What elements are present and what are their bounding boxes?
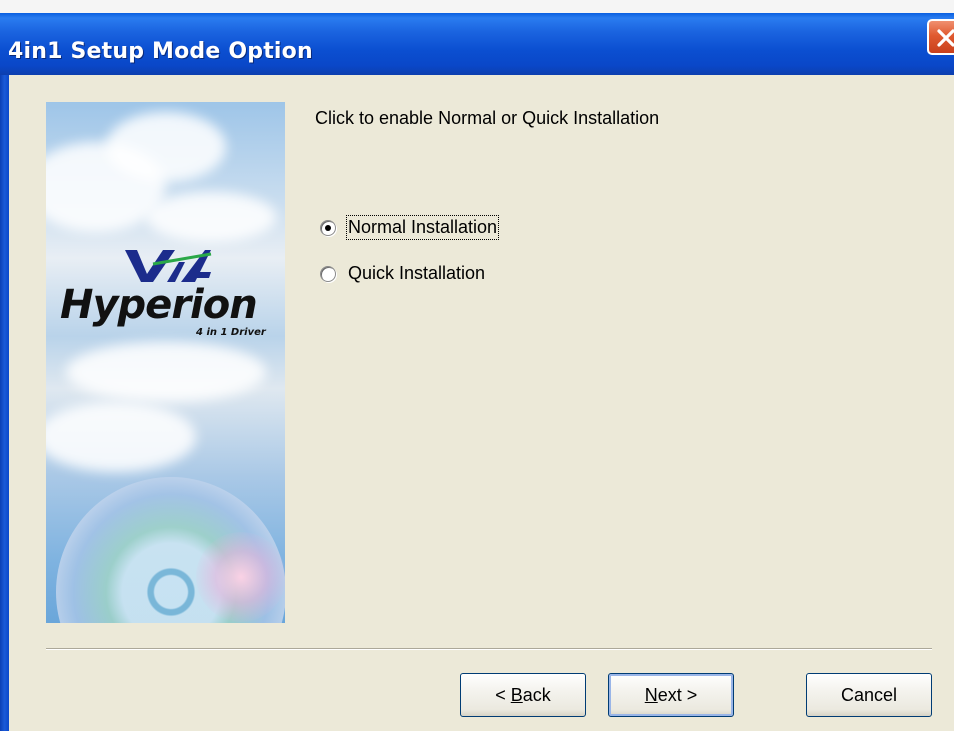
back-label-rest: ack	[522, 685, 551, 705]
window-frame-left	[0, 75, 9, 731]
side-banner-image: Hyperion 4 in 1 Driver	[46, 102, 285, 623]
titlebar-edge	[0, 0, 954, 13]
next-button[interactable]: Next >	[608, 673, 734, 717]
next-label-rest: ext >	[657, 685, 698, 705]
next-accelerator: N	[644, 685, 658, 705]
back-prefix: <	[495, 685, 511, 705]
via-logo-icon	[125, 250, 212, 282]
light-glow	[196, 532, 285, 622]
cancel-button[interactable]: Cancel	[806, 673, 932, 717]
radio-button-quick[interactable]	[320, 266, 336, 282]
back-accelerator: B	[510, 685, 523, 705]
back-button[interactable]: < Back	[460, 673, 586, 717]
radio-selected-dot	[325, 225, 331, 231]
brand-wordmark: Hyperion	[60, 282, 258, 328]
instruction-text: Click to enable Normal or Quick Installa…	[315, 108, 660, 128]
window-title: 4in1 Setup Mode Option	[8, 39, 313, 64]
normal-installation-label[interactable]: Normal Installation	[345, 215, 500, 240]
brand-tagline: 4 in 1 Driver	[196, 327, 266, 338]
close-button[interactable]	[927, 19, 954, 55]
title-bar[interactable]: 4in1 Setup Mode Option	[0, 13, 954, 75]
footer-divider	[46, 648, 932, 650]
radio-button-normal[interactable]	[320, 220, 336, 236]
setup-dialog: 4in1 Setup Mode Option Hyperion 4 in 1 D…	[0, 0, 954, 731]
quick-installation-label[interactable]: Quick Installation	[348, 263, 485, 284]
close-icon	[937, 29, 954, 47]
